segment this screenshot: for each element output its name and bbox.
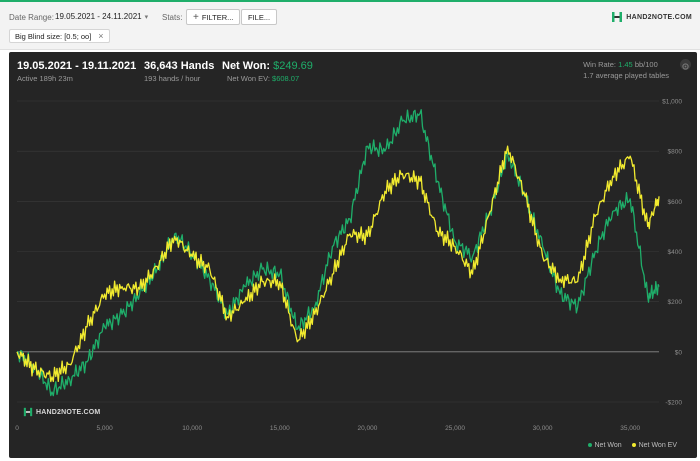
- x-tick-label: 30,000: [533, 425, 553, 432]
- y-tick-label: $800: [668, 149, 683, 156]
- legend-dot-icon: [631, 443, 636, 448]
- legend-dot-icon: [587, 443, 592, 448]
- file-button-label: FILE...: [248, 12, 271, 22]
- legend-label-net-won-ev: Net Won EV: [638, 442, 677, 449]
- filter-chip-label: Big Blind size: [0.5; oo]: [15, 31, 92, 41]
- chart-series: [16, 109, 660, 397]
- x-tick-label: 35,000: [620, 425, 640, 432]
- legend-item-net-won[interactable]: Net Won: [587, 442, 622, 449]
- date-range-value: 19.05.2021 - 24.11.2021: [55, 12, 142, 21]
- top-toolbar: Date Range: 19.05.2021 - 24.11.2021 ▾ St…: [0, 0, 700, 50]
- y-tick-label: $400: [668, 249, 683, 256]
- file-button[interactable]: FILE...: [241, 9, 278, 25]
- x-tick-label: 15,000: [270, 425, 290, 432]
- hand2note-logo-icon: [612, 12, 623, 22]
- net-won-ev-line: [16, 145, 660, 383]
- stats-label: Stats:: [162, 13, 183, 22]
- x-tick-label: 0: [15, 425, 19, 432]
- y-tick-label: -$200: [665, 400, 682, 407]
- legend-label-net-won: Net Won: [594, 442, 622, 449]
- plus-icon: +: [193, 11, 199, 23]
- brand-name: HAND2NOTE.COM: [626, 13, 692, 21]
- brand-logo: HAND2NOTE.COM: [611, 11, 692, 23]
- graph-panel: 19.05.2021 - 19.11.2021 Active 189h 23m …: [9, 52, 697, 458]
- date-range-select[interactable]: 19.05.2021 - 24.11.2021 ▾: [55, 12, 148, 21]
- chart-grid: [17, 100, 659, 403]
- chevron-down-icon: ▾: [144, 13, 149, 21]
- x-tick-label: 10,000: [182, 425, 202, 432]
- x-tick-label: 5,000: [96, 425, 113, 432]
- x-tick-label: 20,000: [357, 425, 377, 432]
- y-tick-label: $200: [668, 299, 683, 306]
- filter-button-label: FILTER...: [201, 12, 234, 22]
- filter-button[interactable]: + FILTER...: [186, 9, 241, 25]
- chart-watermark: HAND2NOTE.COM: [23, 407, 100, 417]
- close-icon[interactable]: ×: [98, 31, 103, 41]
- x-tick-label: 25,000: [445, 425, 465, 432]
- y-tick-label: $0: [675, 349, 683, 356]
- filter-chip[interactable]: Big Blind size: [0.5; oo] ×: [9, 29, 110, 43]
- watermark-text: HAND2NOTE.COM: [36, 408, 101, 416]
- net-won-line: [16, 109, 660, 397]
- y-tick-label: $1,000: [662, 99, 682, 106]
- net-won-chart: $1,000 $800 $600 $400 $200 $0 -$200 0 5,000 10,00…: [15, 99, 683, 433]
- accent-line: [0, 0, 700, 2]
- legend-item-net-won-ev[interactable]: Net Won EV: [631, 442, 677, 449]
- hand2note-logo-icon: [23, 407, 33, 417]
- y-tick-label: $600: [668, 199, 683, 206]
- chart-legend: Net Won Net Won EV: [587, 442, 677, 449]
- date-range-label: Date Range:: [9, 13, 54, 22]
